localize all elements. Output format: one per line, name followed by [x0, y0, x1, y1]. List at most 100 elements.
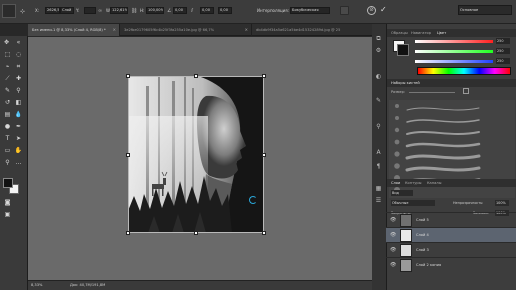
units-dropdown[interactable]: Слой — [60, 7, 74, 14]
gradient-tool-icon[interactable]: ▤ — [3, 110, 12, 119]
warp-mode-button[interactable] — [340, 6, 349, 15]
transform-bounding-box[interactable] — [128, 76, 264, 233]
eraser-tool-icon[interactable]: ◧ — [14, 98, 23, 107]
healing-brush-tool-icon[interactable]: ✚ — [14, 74, 23, 83]
path-selection-tool-icon[interactable]: ➤ — [14, 134, 23, 143]
layer-thumbnail — [400, 229, 412, 242]
transform-handle-top-left[interactable] — [126, 74, 130, 78]
close-icon[interactable]: × — [245, 24, 248, 36]
tab-layers[interactable]: Слои — [391, 180, 400, 186]
transform-handle-bottom-left[interactable] — [126, 231, 130, 235]
v-skew-field[interactable]: 0,00 — [218, 7, 232, 14]
visibility-eye-icon[interactable]: 👁 — [390, 247, 396, 253]
interpolation-label: Интерполяция: — [257, 8, 290, 13]
x-label: X: — [35, 8, 40, 13]
brush-tool-icon[interactable]: ✎ — [3, 86, 12, 95]
screen-mode-icon[interactable]: ▣ — [3, 210, 12, 219]
tab-document-1[interactable]: Без имени-1 @ 8,33% (Слой 4, RGB/8) * × — [28, 24, 120, 36]
x-field[interactable]: 2626,50 — [45, 7, 60, 14]
character-panel-icon[interactable]: A — [374, 148, 383, 157]
layer-row-sloi-5[interactable]: 👁 Слой 5 — [386, 212, 516, 228]
eyedropper-tool-icon[interactable]: ⟋ — [3, 74, 12, 83]
blur-tool-icon[interactable]: 💧 — [14, 110, 23, 119]
background-color-chip[interactable] — [397, 44, 409, 56]
tab-paths[interactable]: Контуры — [405, 180, 421, 186]
link-icon[interactable]: ∞ — [98, 8, 104, 14]
angle-field[interactable]: 0,00 — [173, 7, 187, 14]
transform-handle-right[interactable] — [262, 153, 266, 157]
tab-document-3[interactable]: db4db9f34a5a621a5be4d15324289d.jpg @ 25 … — [252, 24, 386, 36]
zoom-level[interactable]: 8,33% — [31, 283, 42, 287]
zoom-tool-icon[interactable]: ⚲ — [3, 158, 12, 167]
brush-panel-icon[interactable]: ✎ — [374, 96, 383, 105]
close-icon[interactable]: × — [113, 24, 116, 36]
layer-row-sloi-3[interactable]: 👁 Слой 3 — [386, 242, 516, 258]
tab-brush-presets[interactable]: Наборы кистей — [391, 80, 420, 86]
dodge-tool-icon[interactable]: ● — [3, 122, 12, 131]
crop-tool-icon[interactable]: ⌗ — [14, 62, 23, 71]
clone-source-icon[interactable]: ⚲ — [374, 122, 383, 131]
visibility-eye-icon[interactable]: 👁 — [390, 232, 396, 238]
collapse-toolbar-icon[interactable]: « — [14, 38, 23, 47]
visibility-eye-icon[interactable]: 👁 — [390, 262, 396, 268]
hand-tool-icon[interactable]: ✋ — [14, 146, 23, 155]
blend-mode-dropdown[interactable]: Обычные — [391, 200, 435, 206]
tab-channels[interactable]: Каналы — [427, 180, 441, 186]
chain-link-icon[interactable]: ⛓ — [131, 8, 137, 14]
history-brush-tool-icon[interactable]: ↺ — [3, 98, 12, 107]
document-info: Док: 40,7М/191,8М — [70, 283, 106, 287]
layer-row-sloi-2-kopiya[interactable]: 👁 Слой 2 копия — [386, 257, 516, 273]
red-slider[interactable] — [415, 40, 493, 43]
blue-value[interactable]: 250 — [496, 58, 510, 64]
green-slider[interactable] — [415, 50, 493, 53]
clone-stamp-tool-icon[interactable]: ⚲ — [14, 86, 23, 95]
y-field[interactable] — [84, 7, 96, 14]
tab-color[interactable]: Цвет — [437, 30, 446, 36]
red-value[interactable]: 250 — [496, 38, 510, 44]
layer-row-sloi-4[interactable]: 👁 Слой 4 — [386, 227, 516, 243]
tool-preset-picker-icon[interactable]: ⊹ — [20, 8, 28, 15]
tab-swatches[interactable]: Образцы — [391, 30, 408, 36]
collapsed-panels-dock: ⧉ ⚙ ◐ ✎ ⚲ A ¶ ▦ ☰ — [372, 24, 386, 290]
tab-label: 3e2fbe0179605f6c4b25f3fa255a10e.jpg @ 66… — [124, 28, 215, 32]
interpolation-dropdown[interactable]: Бикубическая — [290, 7, 330, 14]
transform-handle-top[interactable] — [194, 74, 198, 78]
green-value[interactable]: 250 — [496, 48, 510, 54]
paragraph-panel-icon[interactable]: ¶ — [374, 162, 383, 171]
transform-handle-top-right[interactable] — [262, 74, 266, 78]
transform-handle-left[interactable] — [126, 153, 130, 157]
tab-document-2[interactable]: 3e2fbe0179605f6c4b25f3fa255a10e.jpg @ 66… — [120, 24, 252, 36]
move-tool-icon[interactable]: ✥ — [2, 38, 11, 47]
workspace-switcher[interactable]: Основное — [458, 5, 512, 15]
brush-size-slider[interactable] — [409, 92, 455, 93]
transform-handle-bottom-right[interactable] — [262, 231, 266, 235]
marquee-tool-icon[interactable]: ⬚ — [3, 50, 12, 59]
width-field[interactable]: 122,61% — [110, 7, 128, 14]
tab-navigator[interactable]: Навигатор — [411, 30, 431, 36]
layer-name: Слой 4 — [416, 233, 429, 237]
color-spectrum-bar[interactable] — [417, 67, 511, 75]
visibility-eye-icon[interactable]: 👁 — [390, 217, 396, 223]
reset-brush-button[interactable] — [463, 88, 469, 94]
opacity-field[interactable]: 100% — [495, 200, 509, 206]
extras-icon[interactable]: … — [14, 158, 23, 167]
h-skew-field[interactable]: 0,00 — [200, 7, 214, 14]
pen-tool-icon[interactable]: ✒ — [14, 122, 23, 131]
shape-tool-icon[interactable]: ▭ — [3, 146, 12, 155]
quick-mask-icon[interactable]: ◙ — [3, 198, 12, 207]
blue-slider[interactable] — [415, 60, 493, 63]
history-panel-icon[interactable]: ⧉ — [374, 34, 383, 43]
type-tool-icon[interactable]: T — [3, 134, 12, 143]
layer-filter-kind[interactable]: Вид — [391, 190, 413, 196]
lasso-tool-icon[interactable]: ◌ — [14, 50, 23, 59]
height-field[interactable]: 100,00% — [146, 7, 164, 14]
transform-handle-bottom[interactable] — [194, 231, 198, 235]
cancel-transform-icon[interactable]: ⊘ — [367, 6, 376, 15]
libraries-panel-icon[interactable]: ☰ — [374, 196, 383, 205]
properties-panel-icon[interactable]: ⚙ — [374, 46, 383, 55]
styles-panel-icon[interactable]: ▦ — [374, 184, 383, 193]
quick-selection-tool-icon[interactable]: ⌁ — [3, 62, 12, 71]
adjustments-panel-icon[interactable]: ◐ — [374, 72, 383, 81]
commit-transform-icon[interactable]: ✓ — [380, 5, 389, 15]
foreground-color-swatch[interactable] — [3, 178, 13, 188]
